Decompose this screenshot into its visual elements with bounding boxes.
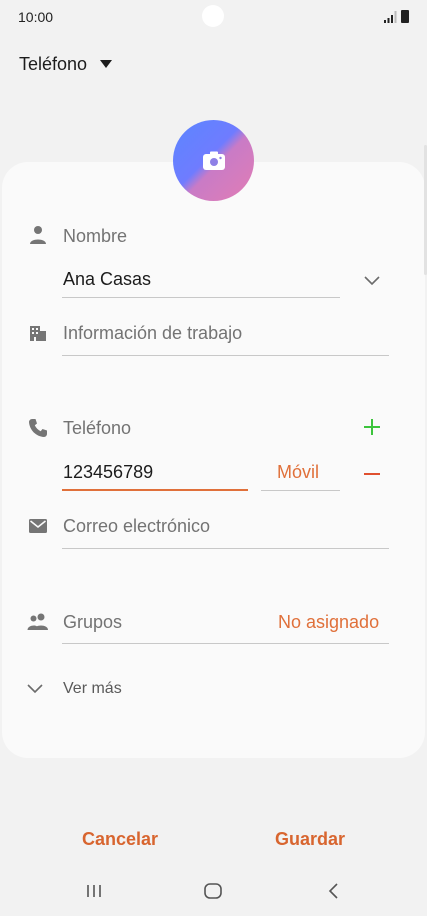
- signal-icon: [384, 11, 397, 23]
- work-info-field[interactable]: Información de trabajo: [63, 323, 242, 344]
- person-icon: [30, 226, 46, 244]
- contact-form-card: [2, 162, 425, 758]
- battery-icon: [401, 10, 409, 23]
- name-underline: [62, 297, 340, 298]
- save-button[interactable]: Guardar: [275, 829, 345, 850]
- phone-type-selector[interactable]: Móvil: [277, 462, 319, 483]
- building-icon: [30, 326, 46, 341]
- phone-type-underline: [261, 490, 340, 491]
- phone-underline: [62, 489, 248, 491]
- home-button[interactable]: [191, 877, 235, 905]
- email-field[interactable]: Correo electrónico: [63, 516, 210, 537]
- chevron-down-icon[interactable]: [26, 683, 44, 695]
- people-icon: [27, 613, 48, 630]
- phone-number-field[interactable]: 123456789: [63, 462, 153, 483]
- cancel-button[interactable]: Cancelar: [82, 829, 158, 850]
- front-camera: [202, 5, 224, 27]
- minus-icon[interactable]: [363, 465, 381, 483]
- groups-label: Grupos: [63, 612, 123, 632]
- plus-icon[interactable]: [363, 418, 381, 436]
- chevron-down-icon[interactable]: [363, 274, 381, 286]
- email-underline: [62, 548, 389, 549]
- account-selector[interactable]: Teléfono: [19, 52, 113, 76]
- camera-icon: [202, 151, 225, 170]
- name-label: Nombre: [63, 226, 128, 246]
- groups-underline: [62, 643, 389, 644]
- groups-selector[interactable]: No asignado: [278, 612, 379, 633]
- caret-down-icon: [100, 60, 113, 68]
- phone-label: Teléfono: [63, 418, 132, 438]
- account-label: Teléfono: [19, 53, 88, 74]
- recent-apps-button[interactable]: [72, 877, 116, 905]
- contact-photo-button[interactable]: [173, 120, 254, 201]
- phone-icon: [29, 419, 47, 437]
- see-more-button[interactable]: Ver más: [63, 680, 122, 698]
- back-button[interactable]: [311, 877, 355, 905]
- home-icon: [204, 883, 222, 899]
- status-time: 10:00: [18, 9, 54, 25]
- recent-apps-icon: [87, 885, 101, 897]
- back-icon: [328, 883, 338, 899]
- mail-icon: [29, 519, 47, 533]
- name-field[interactable]: Ana Casas: [63, 269, 151, 290]
- work-underline: [62, 355, 389, 356]
